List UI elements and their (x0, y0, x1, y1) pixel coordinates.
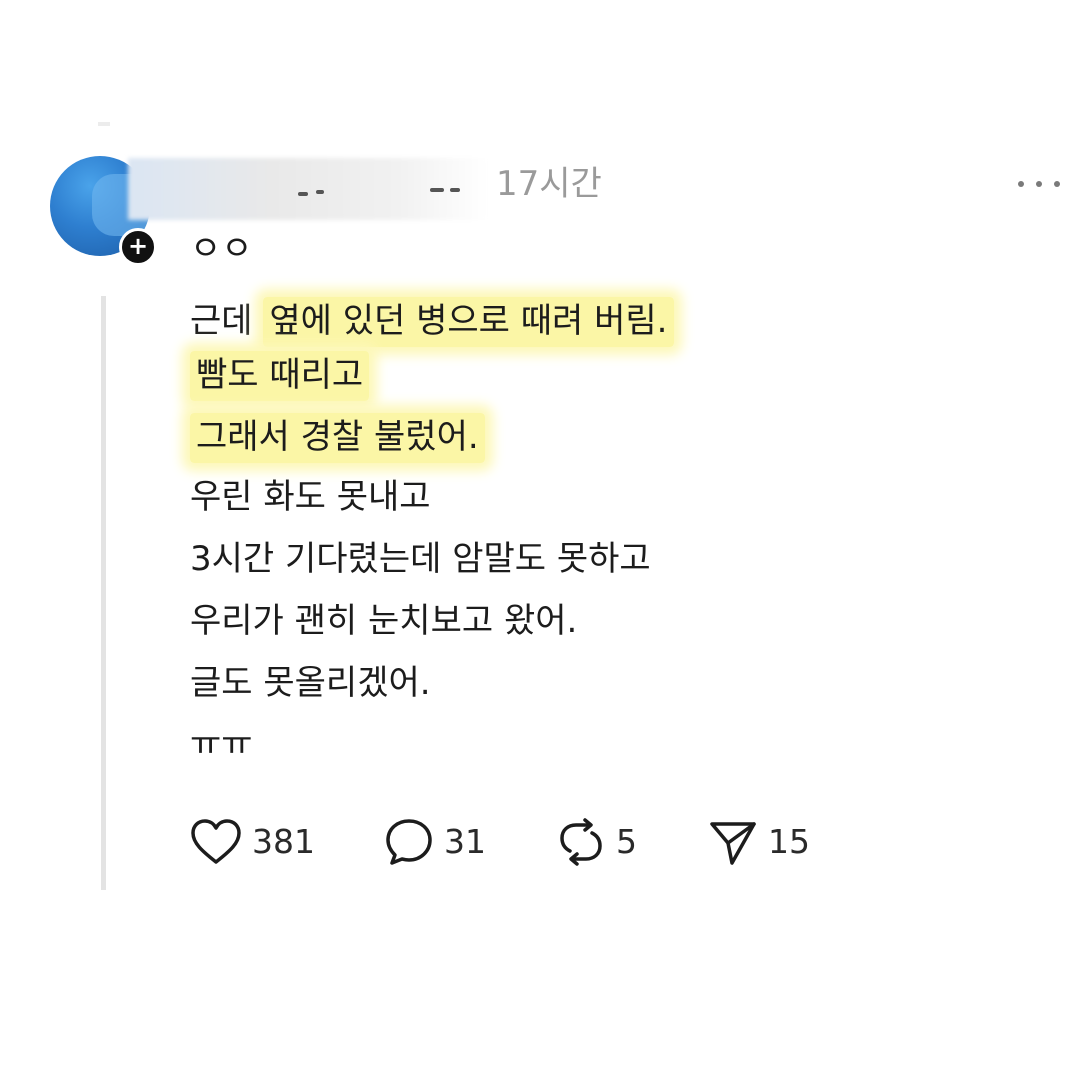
more-dots-icon (1018, 181, 1024, 187)
post-line: 3시간 기다렸는데 암말도 못하고 (190, 539, 651, 579)
paper-plane-icon (710, 822, 756, 865)
more-dots-icon (1054, 181, 1060, 187)
thread-line (101, 296, 106, 890)
highlighted-text: 옆에 있던 병으로 때려 버림. (263, 297, 674, 347)
post-line: ㅇㅇ (190, 229, 253, 269)
share-count: 15 (768, 822, 810, 861)
heart-icon (191, 819, 241, 864)
follow-plus-icon[interactable]: + (119, 228, 157, 266)
post-timestamp: 17시간 (496, 164, 602, 204)
highlighted-text: 그래서 경찰 불렀어. (190, 413, 485, 463)
post-line: 빰도 때리고 (190, 351, 370, 401)
like-count: 381 (252, 822, 315, 861)
more-options-button[interactable] (1018, 176, 1074, 192)
post-line-text: 근데 (190, 301, 264, 341)
username-redaction-marks (270, 180, 470, 204)
post-line: 우린 화도 못내고 (190, 477, 431, 517)
speech-bubble-icon (386, 819, 432, 865)
comment-button[interactable]: 31 (384, 814, 486, 870)
post-line: ㅠㅠ (190, 724, 253, 764)
post-actions: 381 31 5 15 (190, 814, 890, 870)
like-button[interactable]: 381 (190, 814, 315, 870)
post-line: 우리가 괜히 눈치보고 왔어. (190, 601, 578, 641)
post-line: 근데 옆에 있던 병으로 때려 버림. (190, 297, 674, 347)
share-button[interactable]: 15 (708, 814, 810, 870)
comment-count: 31 (444, 822, 486, 861)
post-line: 글도 못올리겠어. (190, 663, 431, 703)
more-dots-icon (1036, 181, 1042, 187)
post-line: 그래서 경찰 불렀어. (190, 413, 485, 463)
highlighted-text: 빰도 때리고 (190, 351, 370, 401)
top-divider (98, 122, 110, 126)
repost-count: 5 (616, 822, 637, 861)
repost-arrows-icon (560, 818, 602, 866)
repost-button[interactable]: 5 (556, 814, 637, 870)
